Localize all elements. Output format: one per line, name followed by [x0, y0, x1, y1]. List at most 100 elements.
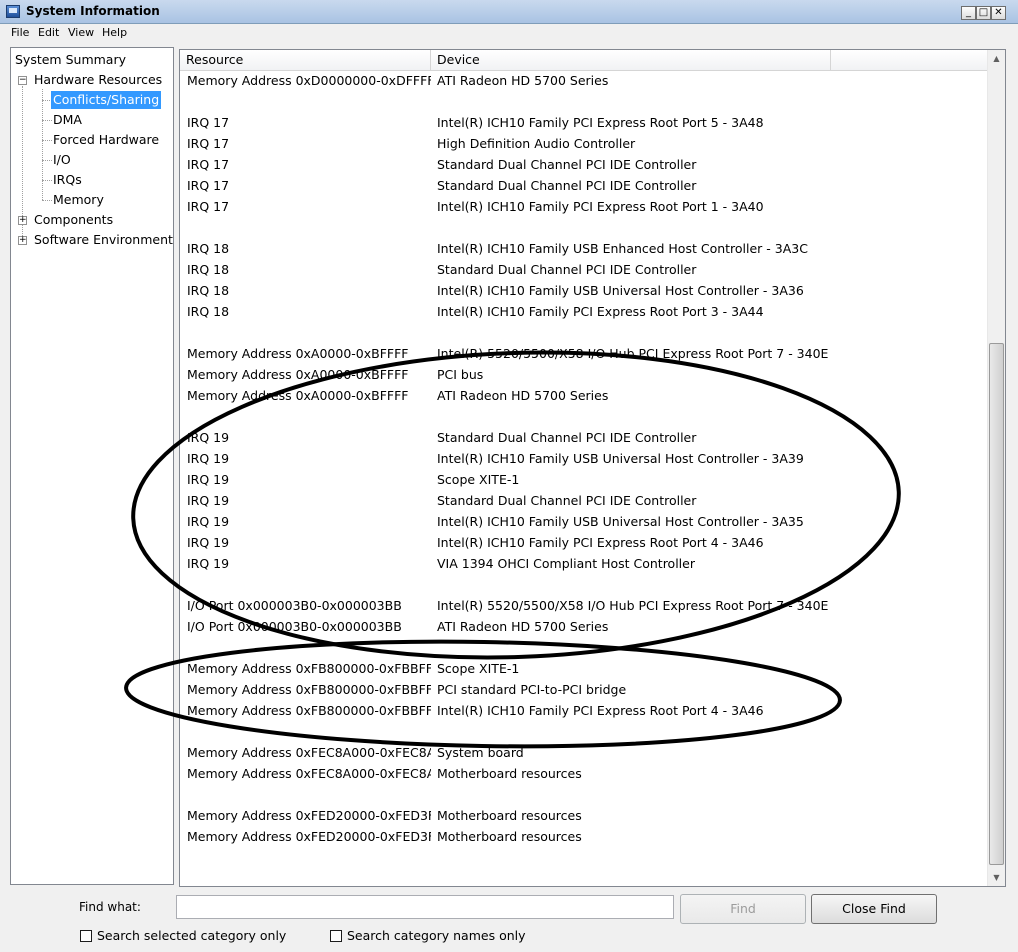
- resource-cell: Memory Address 0xFB800000-0xFBBFFFFF: [187, 703, 431, 718]
- find-what-label: Find what:: [79, 900, 141, 914]
- list-row[interactable]: [180, 91, 990, 112]
- device-cell: Standard Dual Channel PCI IDE Controller: [437, 178, 697, 193]
- device-cell: Intel(R) ICH10 Family PCI Express Root P…: [437, 115, 764, 130]
- list-row[interactable]: I/O Port 0x000003B0-0x000003BB Intel(R) 5…: [180, 595, 990, 616]
- column-header-device[interactable]: Device: [431, 50, 831, 70]
- menu-edit[interactable]: Edit: [38, 26, 59, 39]
- scrollbar-thumb[interactable]: [989, 343, 1004, 865]
- device-cell: VIA 1394 OHCI Compliant Host Controller: [437, 556, 695, 571]
- list-row[interactable]: IRQ 19 Standard Dual Channel PCI IDE Cont…: [180, 427, 990, 448]
- menu-bar: File Edit View Help: [0, 24, 1018, 44]
- list-row[interactable]: IRQ 19 Standard Dual Channel PCI IDE Cont…: [180, 490, 990, 511]
- tree-software-environment[interactable]: Software Environment: [34, 231, 173, 249]
- resource-list[interactable]: Resource Device Memory Address 0xD000000…: [179, 49, 1006, 887]
- list-row[interactable]: IRQ 19 Intel(R) ICH10 Family USB Universa…: [180, 511, 990, 532]
- list-row[interactable]: [180, 217, 990, 238]
- expand-icon[interactable]: +: [18, 236, 27, 245]
- list-row[interactable]: Memory Address 0xD0000000-0xDFFFFF... ATI…: [180, 70, 990, 91]
- resource-cell: I/O Port 0x000003B0-0x000003BB: [187, 598, 402, 613]
- list-row[interactable]: [180, 574, 990, 595]
- list-row[interactable]: Memory Address 0xFEC8A000-0xFEC8A... Moth…: [180, 763, 990, 784]
- search-category-names-label: Search category names only: [347, 928, 526, 943]
- tree-hardware-resources[interactable]: Hardware Resources: [34, 71, 162, 89]
- column-header-resource[interactable]: Resource: [180, 50, 431, 70]
- menu-view[interactable]: View: [68, 26, 94, 39]
- search-selected-category-label: Search selected category only: [97, 928, 287, 943]
- resource-cell: Memory Address 0xA0000-0xBFFFF: [187, 346, 409, 361]
- list-row[interactable]: Memory Address 0xFB800000-0xFBBFFFFF Inte…: [180, 700, 990, 721]
- device-cell: Motherboard resources: [437, 829, 582, 844]
- list-row[interactable]: Memory Address 0xFED20000-0xFED3F... Moth…: [180, 805, 990, 826]
- device-cell: Intel(R) ICH10 Family USB Universal Host…: [437, 514, 804, 529]
- expand-icon[interactable]: +: [18, 216, 27, 225]
- resource-cell: IRQ 19: [187, 514, 230, 529]
- list-row[interactable]: Memory Address 0xA0000-0xBFFFF Intel(R) 5…: [180, 343, 990, 364]
- device-cell: System board: [437, 745, 524, 760]
- resource-cell: IRQ 19: [187, 430, 230, 445]
- tree-conflicts-sharing[interactable]: Conflicts/Sharing: [51, 91, 162, 109]
- list-row[interactable]: Memory Address 0xA0000-0xBFFFF ATI Radeon…: [180, 385, 990, 406]
- list-row[interactable]: Memory Address 0xFB800000-0xFBBFFFFF Scop…: [180, 658, 990, 679]
- list-row[interactable]: Memory Address 0xFB800000-0xFBBFFFFF PCI …: [180, 679, 990, 700]
- resource-cell: IRQ 19: [187, 535, 230, 550]
- resource-cell: Memory Address 0xFEC8A000-0xFEC8A...: [187, 766, 431, 781]
- find-button[interactable]: Find: [680, 894, 806, 924]
- maximize-button[interactable]: □: [976, 6, 991, 20]
- tree-forced-hardware[interactable]: Forced Hardware: [53, 131, 159, 149]
- category-tree[interactable]: System Summary − Hardware Resources Conf…: [10, 47, 174, 885]
- tree-components[interactable]: Components: [34, 211, 113, 229]
- list-row[interactable]: IRQ 17 High Definition Audio Controller: [180, 133, 990, 154]
- device-cell: Motherboard resources: [437, 766, 582, 781]
- search-selected-category-option[interactable]: Search selected category only: [80, 928, 286, 943]
- close-find-button[interactable]: Close Find: [811, 894, 937, 924]
- minimize-button[interactable]: _: [961, 6, 976, 20]
- close-button[interactable]: ✕: [991, 6, 1006, 20]
- list-row[interactable]: IRQ 17 Intel(R) ICH10 Family PCI Express …: [180, 196, 990, 217]
- title-bar: System Information _ □ ✕: [0, 0, 1018, 24]
- find-what-input[interactable]: [176, 895, 674, 919]
- device-cell: Standard Dual Channel PCI IDE Controller: [437, 157, 697, 172]
- list-row[interactable]: [180, 784, 990, 805]
- resource-cell: IRQ 17: [187, 157, 230, 172]
- device-cell: Intel(R) ICH10 Family PCI Express Root P…: [437, 535, 764, 550]
- list-row[interactable]: IRQ 17 Standard Dual Channel PCI IDE Cont…: [180, 154, 990, 175]
- list-row[interactable]: Memory Address 0xFEC8A000-0xFEC8A... Syst…: [180, 742, 990, 763]
- scroll-up-icon[interactable]: ▲: [988, 50, 1005, 67]
- list-row[interactable]: IRQ 18 Intel(R) ICH10 Family USB Universa…: [180, 280, 990, 301]
- list-row[interactable]: IRQ 19 Intel(R) ICH10 Family USB Universa…: [180, 448, 990, 469]
- tree-irqs[interactable]: IRQs: [53, 171, 82, 189]
- list-row[interactable]: [180, 322, 990, 343]
- search-category-names-option[interactable]: Search category names only: [330, 928, 526, 943]
- device-cell: Scope XITE-1: [437, 661, 520, 676]
- tree-io[interactable]: I/O: [53, 151, 71, 169]
- list-row[interactable]: IRQ 19 Scope XITE-1: [180, 469, 990, 490]
- list-row[interactable]: IRQ 17 Intel(R) ICH10 Family PCI Express …: [180, 112, 990, 133]
- tree-dma[interactable]: DMA: [53, 111, 82, 129]
- list-row[interactable]: [180, 637, 990, 658]
- search-selected-category-checkbox[interactable]: [80, 930, 92, 942]
- list-row[interactable]: IRQ 18 Intel(R) ICH10 Family USB Enhanced…: [180, 238, 990, 259]
- list-row[interactable]: IRQ 19 VIA 1394 OHCI Compliant Host Contr…: [180, 553, 990, 574]
- menu-file[interactable]: File: [11, 26, 29, 39]
- tree-memory[interactable]: Memory: [53, 191, 104, 209]
- list-row[interactable]: I/O Port 0x000003B0-0x000003BB ATI Radeon…: [180, 616, 990, 637]
- list-row[interactable]: Memory Address 0xFED20000-0xFED3F... Moth…: [180, 826, 990, 847]
- list-row[interactable]: [180, 406, 990, 427]
- menu-help[interactable]: Help: [102, 26, 127, 39]
- list-row[interactable]: [180, 721, 990, 742]
- list-row[interactable]: IRQ 18 Intel(R) ICH10 Family PCI Express …: [180, 301, 990, 322]
- list-row[interactable]: IRQ 18 Standard Dual Channel PCI IDE Cont…: [180, 259, 990, 280]
- resource-cell: IRQ 17: [187, 178, 230, 193]
- collapse-icon[interactable]: −: [18, 76, 27, 85]
- search-category-names-checkbox[interactable]: [330, 930, 342, 942]
- list-row[interactable]: IRQ 17 Standard Dual Channel PCI IDE Cont…: [180, 175, 990, 196]
- resource-cell: IRQ 19: [187, 493, 230, 508]
- device-cell: Intel(R) ICH10 Family PCI Express Root P…: [437, 703, 764, 718]
- tree-system-summary[interactable]: System Summary: [15, 51, 126, 69]
- vertical-scrollbar[interactable]: ▲ ▼: [987, 50, 1005, 886]
- list-row[interactable]: Memory Address 0xA0000-0xBFFFF PCI bus: [180, 364, 990, 385]
- resource-cell: IRQ 19: [187, 451, 230, 466]
- list-row[interactable]: IRQ 19 Intel(R) ICH10 Family PCI Express …: [180, 532, 990, 553]
- window-title: System Information: [26, 4, 160, 18]
- scroll-down-icon[interactable]: ▼: [988, 869, 1005, 886]
